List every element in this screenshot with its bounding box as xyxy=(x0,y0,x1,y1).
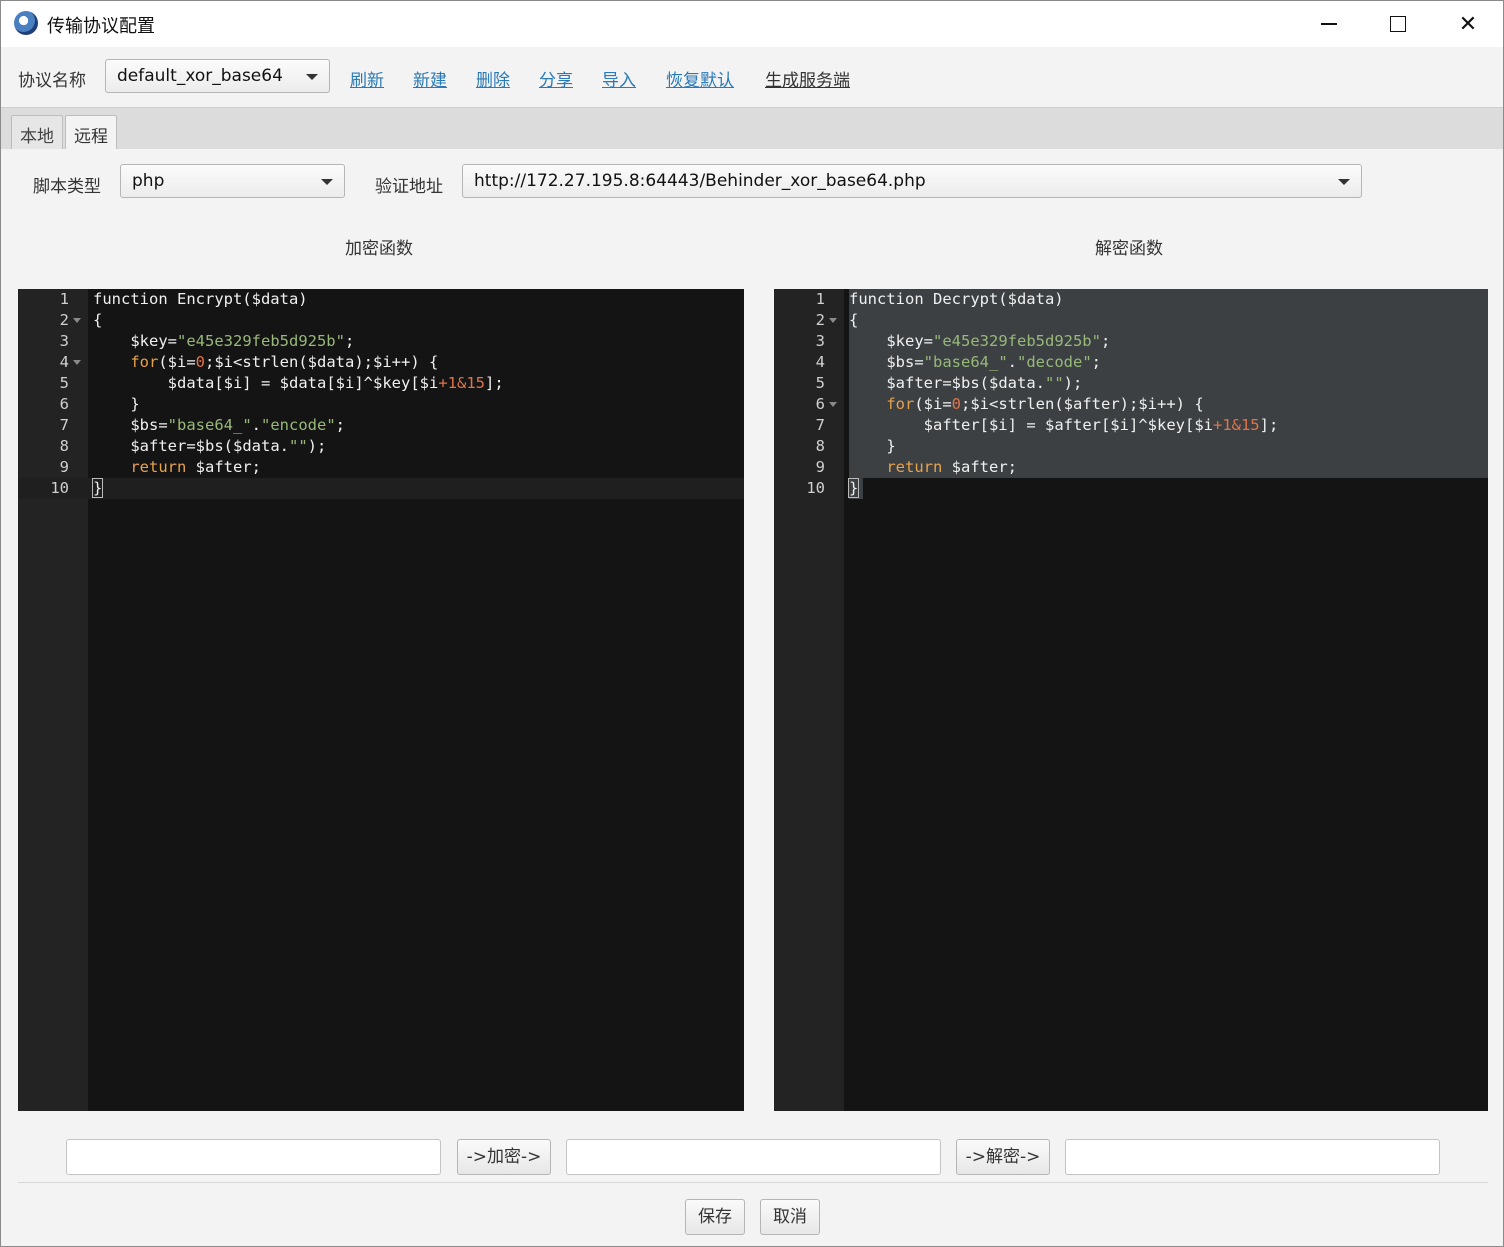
script-type-value: php xyxy=(132,171,165,191)
maximize-icon xyxy=(1390,16,1406,32)
close-icon: ✕ xyxy=(1458,11,1478,37)
chevron-down-icon xyxy=(321,179,333,185)
protocol-name-select[interactable]: default_xor_base64 xyxy=(105,59,330,93)
app-logo-icon xyxy=(14,11,38,35)
save-button[interactable]: 保存 xyxy=(685,1199,745,1235)
code-line: 2{ xyxy=(774,310,1488,331)
code-line: 10} xyxy=(774,478,1488,499)
share-link[interactable]: 分享 xyxy=(539,66,573,91)
fold-arrow-icon[interactable] xyxy=(829,402,837,407)
code-line: 5 $data[$i] = $data[$i]^$key[$i+1&15]; xyxy=(59,374,504,392)
code-line: 8 $after=$bs($data.""); xyxy=(59,437,327,455)
footer-divider xyxy=(18,1182,1488,1183)
delete-link[interactable]: 删除 xyxy=(476,66,510,91)
tab-bar: 本地 远程 xyxy=(1,107,1503,151)
fold-arrow-icon[interactable] xyxy=(829,318,837,323)
decrypt-heading: 解密函数 xyxy=(1095,239,1163,259)
chevron-down-icon xyxy=(1338,179,1350,185)
import-link[interactable]: 导入 xyxy=(602,66,636,91)
title-bar: 传输协议配置 ✕ xyxy=(1,1,1503,47)
protocol-name-label: 协议名称 xyxy=(18,71,86,91)
protocol-toolbar: 协议名称 default_xor_base64 刷新 新建 删除 分享 导入 恢… xyxy=(1,47,1503,107)
encrypted-output-field[interactable] xyxy=(566,1139,941,1175)
protocol-name-value: default_xor_base64 xyxy=(117,66,283,86)
code-line: 7 $bs="base64_"."encode"; xyxy=(59,416,346,434)
cancel-button[interactable]: 取消 xyxy=(760,1199,820,1235)
code-line: 8 } xyxy=(774,436,1488,457)
verify-url-select[interactable]: http://172.27.195.8:64443/Behinder_xor_b… xyxy=(462,164,1362,198)
fold-arrow-icon[interactable] xyxy=(73,318,81,323)
code-line: 10} xyxy=(18,478,744,499)
fold-arrow-icon[interactable] xyxy=(73,360,81,365)
code-line: 6 } xyxy=(59,395,140,413)
minimize-button[interactable] xyxy=(1294,1,1364,47)
code-line: 1 function Decrypt($data) xyxy=(774,289,1488,310)
protocol-config-window: 传输协议配置 ✕ 协议名称 default_xor_base64 刷新 新建 删… xyxy=(0,0,1504,1247)
code-line: 1 function Encrypt($data) xyxy=(59,290,308,308)
decrypt-test-button[interactable]: ->解密-> xyxy=(956,1139,1050,1175)
tab-local[interactable]: 本地 xyxy=(11,115,63,151)
code-line: 2{ xyxy=(59,311,103,329)
verify-url-value: http://172.27.195.8:64443/Behinder_xor_b… xyxy=(474,171,926,191)
new-link[interactable]: 新建 xyxy=(413,66,447,91)
code-line: 9 return $after; xyxy=(59,458,261,476)
decrypted-output-field[interactable] xyxy=(1065,1139,1440,1175)
generate-server-link[interactable]: 生成服务端 xyxy=(765,66,850,91)
encrypt-code-editor[interactable]: 1 function Encrypt($data) 2{ 3 $key="e45e… xyxy=(18,289,744,1111)
code-line: 7 $after[$i] = $after[$i]^$key[$i+1&15]; xyxy=(774,415,1488,436)
code-line: 9 return $after; xyxy=(774,457,1488,478)
minimize-icon xyxy=(1321,23,1337,25)
maximize-button[interactable] xyxy=(1363,1,1433,47)
code-line: 5 $after=$bs($data.""); xyxy=(774,373,1488,394)
window-title: 传输协议配置 xyxy=(47,16,155,37)
tab-remote[interactable]: 远程 xyxy=(65,115,117,151)
decrypt-code-editor[interactable]: 1 function Decrypt($data) 2{ 3 $key="e45e… xyxy=(774,289,1488,1111)
code-line: 6 for($i=0;$i<strlen($after);$i++) { xyxy=(774,394,1488,415)
verify-url-label: 验证地址 xyxy=(375,177,443,197)
code-line: 3 $key="e45e329feb5d925b"; xyxy=(59,332,355,350)
code-line: 4 for($i=0;$i<strlen($data);$i++) { xyxy=(59,353,439,371)
code-line: 3 $key="e45e329feb5d925b"; xyxy=(774,331,1488,352)
script-type-select[interactable]: php xyxy=(120,164,345,198)
plaintext-input[interactable] xyxy=(66,1139,441,1175)
restore-default-link[interactable]: 恢复默认 xyxy=(666,66,734,91)
close-button[interactable]: ✕ xyxy=(1433,1,1503,47)
refresh-link[interactable]: 刷新 xyxy=(350,66,384,91)
chevron-down-icon xyxy=(306,74,318,80)
code-line: 4 $bs="base64_"."decode"; xyxy=(774,352,1488,373)
encrypt-test-button[interactable]: ->加密-> xyxy=(457,1139,551,1175)
script-type-label: 脚本类型 xyxy=(33,177,101,197)
encrypt-heading: 加密函数 xyxy=(345,239,413,259)
remote-tab-content: 脚本类型 php 验证地址 http://172.27.195.8:64443/… xyxy=(1,149,1503,1246)
